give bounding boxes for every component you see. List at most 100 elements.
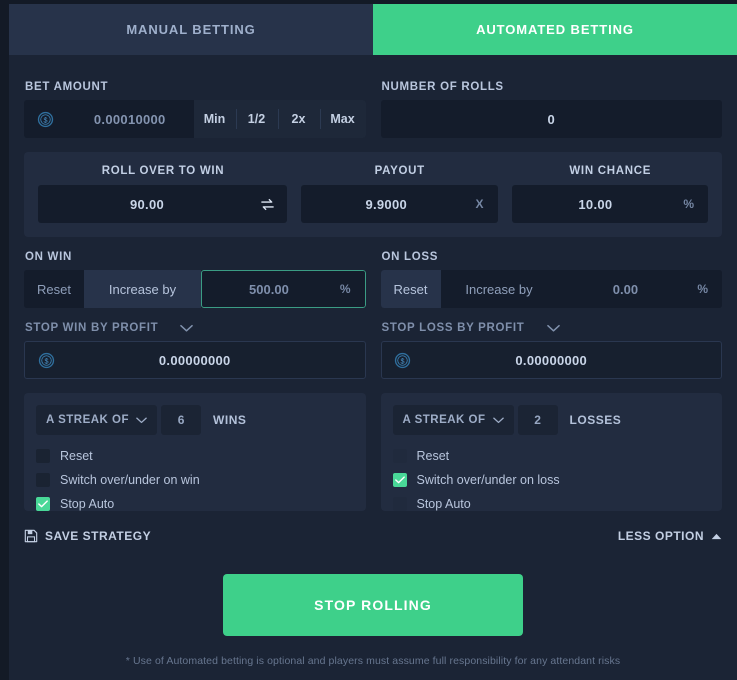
loss-streak-select[interactable]: A STREAK OF [392,405,514,435]
win-streak-unit: WINS [213,413,247,427]
loss-streak-option-switch[interactable]: Switch over/under on loss [392,468,711,492]
bet-amount-input[interactable]: 0.00010000 [66,112,194,127]
on-win-value-suffix: % [339,282,351,296]
swap-arrows-icon[interactable] [256,197,287,212]
win-streak-option-reset[interactable]: Reset [36,444,354,468]
stop-win-label: STOP WIN BY PROFIT [25,322,159,334]
bet-parameters-card: ROLL OVER TO WIN 90.00 PAYOUT 9.9000 X W… [24,152,722,237]
bet-amount-group: BET AMOUNT $ 0.00010000 Min 1/2 2x Max [24,81,366,138]
on-loss-label: ON LOSS [381,251,439,263]
win-chance-input-wrap: 10.00 % [511,185,708,223]
svg-text:$: $ [44,356,48,365]
roll-over-input[interactable]: 90.00 [38,197,256,212]
svg-text:$: $ [400,356,404,365]
win-streak-panel: A STREAK OF 6 WINS Reset Switch over/und… [24,393,366,511]
less-option-toggle[interactable]: LESS OPTION [618,529,722,543]
bet-min-button[interactable]: Min [193,100,236,138]
less-option-label: LESS OPTION [617,529,704,543]
on-win-label: ON WIN [25,251,72,263]
loss-streak-count-input[interactable]: 2 [517,405,558,435]
win-chance-suffix: % [683,197,694,211]
on-loss-controls: Reset Increase by 0.00 % [380,270,722,308]
save-strategy-label: SAVE STRATEGY [45,529,152,543]
form-actions: SAVE STRATEGY LESS OPTION [24,525,722,547]
on-loss-increase-button[interactable]: Increase by [440,270,558,308]
automated-betting-widget: MANUAL BETTING AUTOMATED BETTING BET AMO… [0,0,737,680]
bet-half-button[interactable]: 1/2 [235,100,278,138]
chevron-down-icon [136,417,147,424]
chevron-up-icon [711,533,722,540]
on-loss-value-suffix: % [697,282,708,296]
stop-rolling-button[interactable]: STOP ROLLING [223,574,523,636]
tab-automated-betting[interactable]: AUTOMATED BETTING [373,4,737,55]
checkbox-icon-checked[interactable] [36,497,50,511]
coin-dollar-icon: $ [25,352,67,369]
payout-input[interactable]: 9.9000 [301,197,471,212]
automated-betting-disclaimer: * Use of Automated betting is optional a… [125,655,621,667]
bet-amount-input-wrap: $ 0.00010000 Min 1/2 2x Max [24,100,366,138]
betting-mode-tabs: MANUAL BETTING AUTOMATED BETTING [9,4,737,55]
loss-streak-select-label: A STREAK OF [402,414,486,426]
on-win-group: ON WIN Reset Increase by 500.00 % [24,251,366,308]
checkbox-icon[interactable] [392,497,407,511]
payout-input-wrap: 9.9000 X [301,185,498,223]
payout-suffix: X [475,197,484,211]
streak-row: A STREAK OF 6 WINS Reset Switch over/und… [24,379,722,511]
win-streak-option-stop-auto-label: Stop Auto [60,497,115,511]
stop-win-input[interactable]: 0.00000000 [67,353,323,368]
on-win-loss-row: ON WIN Reset Increase by 500.00 % ON LOS… [24,251,722,308]
stop-loss-group: STOP LOSS BY PROFIT $ 0.00000000 [380,322,723,379]
win-chance-input[interactable]: 10.00 [512,197,680,212]
roll-over-label: ROLL OVER TO WIN [101,165,225,177]
bet-parameters-row: ROLL OVER TO WIN 90.00 PAYOUT 9.9000 X W… [38,165,708,223]
win-streak-option-stop-auto[interactable]: Stop Auto [36,492,354,516]
floppy-save-icon [24,529,38,543]
on-win-reset-button[interactable]: Reset [24,270,84,308]
loss-streak-panel: A STREAK OF 2 LOSSES Reset Switch over/u… [380,393,722,511]
bet-double-button[interactable]: 2x [277,100,320,138]
win-streak-option-switch-label: Switch over/under on win [60,473,200,487]
coin-dollar-icon: $ [24,111,66,128]
chevron-down-icon[interactable] [546,324,560,333]
stop-profit-row: STOP WIN BY PROFIT $ 0.00000000 STOP LOS… [24,322,722,379]
stop-loss-label: STOP LOSS BY PROFIT [381,322,525,334]
svg-text:$: $ [43,115,47,124]
stop-loss-label-row: STOP LOSS BY PROFIT [382,322,723,334]
checkbox-icon[interactable] [36,473,50,487]
stop-loss-input[interactable]: 0.00000000 [424,353,680,368]
win-chance-label: WIN CHANCE [569,165,652,177]
chevron-down-icon[interactable] [180,324,194,333]
number-of-rolls-label: NUMBER OF ROLLS [381,81,504,93]
checkbox-icon[interactable] [392,449,407,463]
win-streak-select-label: A STREAK OF [46,414,130,426]
number-of-rolls-input[interactable]: 0 [381,112,723,127]
on-win-value-input[interactable]: 500.00 [202,282,336,297]
loss-streak-option-switch-label: Switch over/under on loss [416,473,560,487]
number-of-rolls-input-wrap: 0 [380,100,723,138]
tab-manual-betting[interactable]: MANUAL BETTING [9,4,373,55]
win-streak-select[interactable]: A STREAK OF [36,405,158,435]
loss-streak-option-reset[interactable]: Reset [392,444,711,468]
on-win-increase-button[interactable]: Increase by [84,270,201,308]
on-win-value-wrap: 500.00 % [201,270,366,308]
stop-win-input-wrap: $ 0.00000000 [24,341,366,379]
betting-panel: MANUAL BETTING AUTOMATED BETTING BET AMO… [9,4,737,680]
on-win-controls: Reset Increase by 500.00 % [24,270,366,308]
on-loss-reset-button[interactable]: Reset [380,270,441,308]
checkbox-icon[interactable] [36,449,50,463]
win-streak-count-input[interactable]: 6 [161,405,202,435]
loss-streak-selector-row: A STREAK OF 2 LOSSES [392,405,711,435]
automated-betting-form: BET AMOUNT $ 0.00010000 Min 1/2 2x Max N… [9,55,737,680]
amount-and-rolls-row: BET AMOUNT $ 0.00010000 Min 1/2 2x Max N… [24,55,722,138]
on-loss-value-wrap: 0.00 % [557,270,722,308]
on-loss-value-input[interactable]: 0.00 [558,282,694,297]
win-streak-option-switch[interactable]: Switch over/under on win [36,468,354,492]
number-of-rolls-group: NUMBER OF ROLLS 0 [380,81,723,138]
win-streak-selector-row: A STREAK OF 6 WINS [36,405,354,435]
bet-max-button[interactable]: Max [319,100,366,138]
chevron-down-icon [492,417,504,424]
loss-streak-option-stop-auto[interactable]: Stop Auto [392,492,711,516]
tab-automated-betting-label: AUTOMATED BETTING [476,22,634,37]
save-strategy-button[interactable]: SAVE STRATEGY [24,529,151,543]
checkbox-icon-checked[interactable] [392,473,407,487]
